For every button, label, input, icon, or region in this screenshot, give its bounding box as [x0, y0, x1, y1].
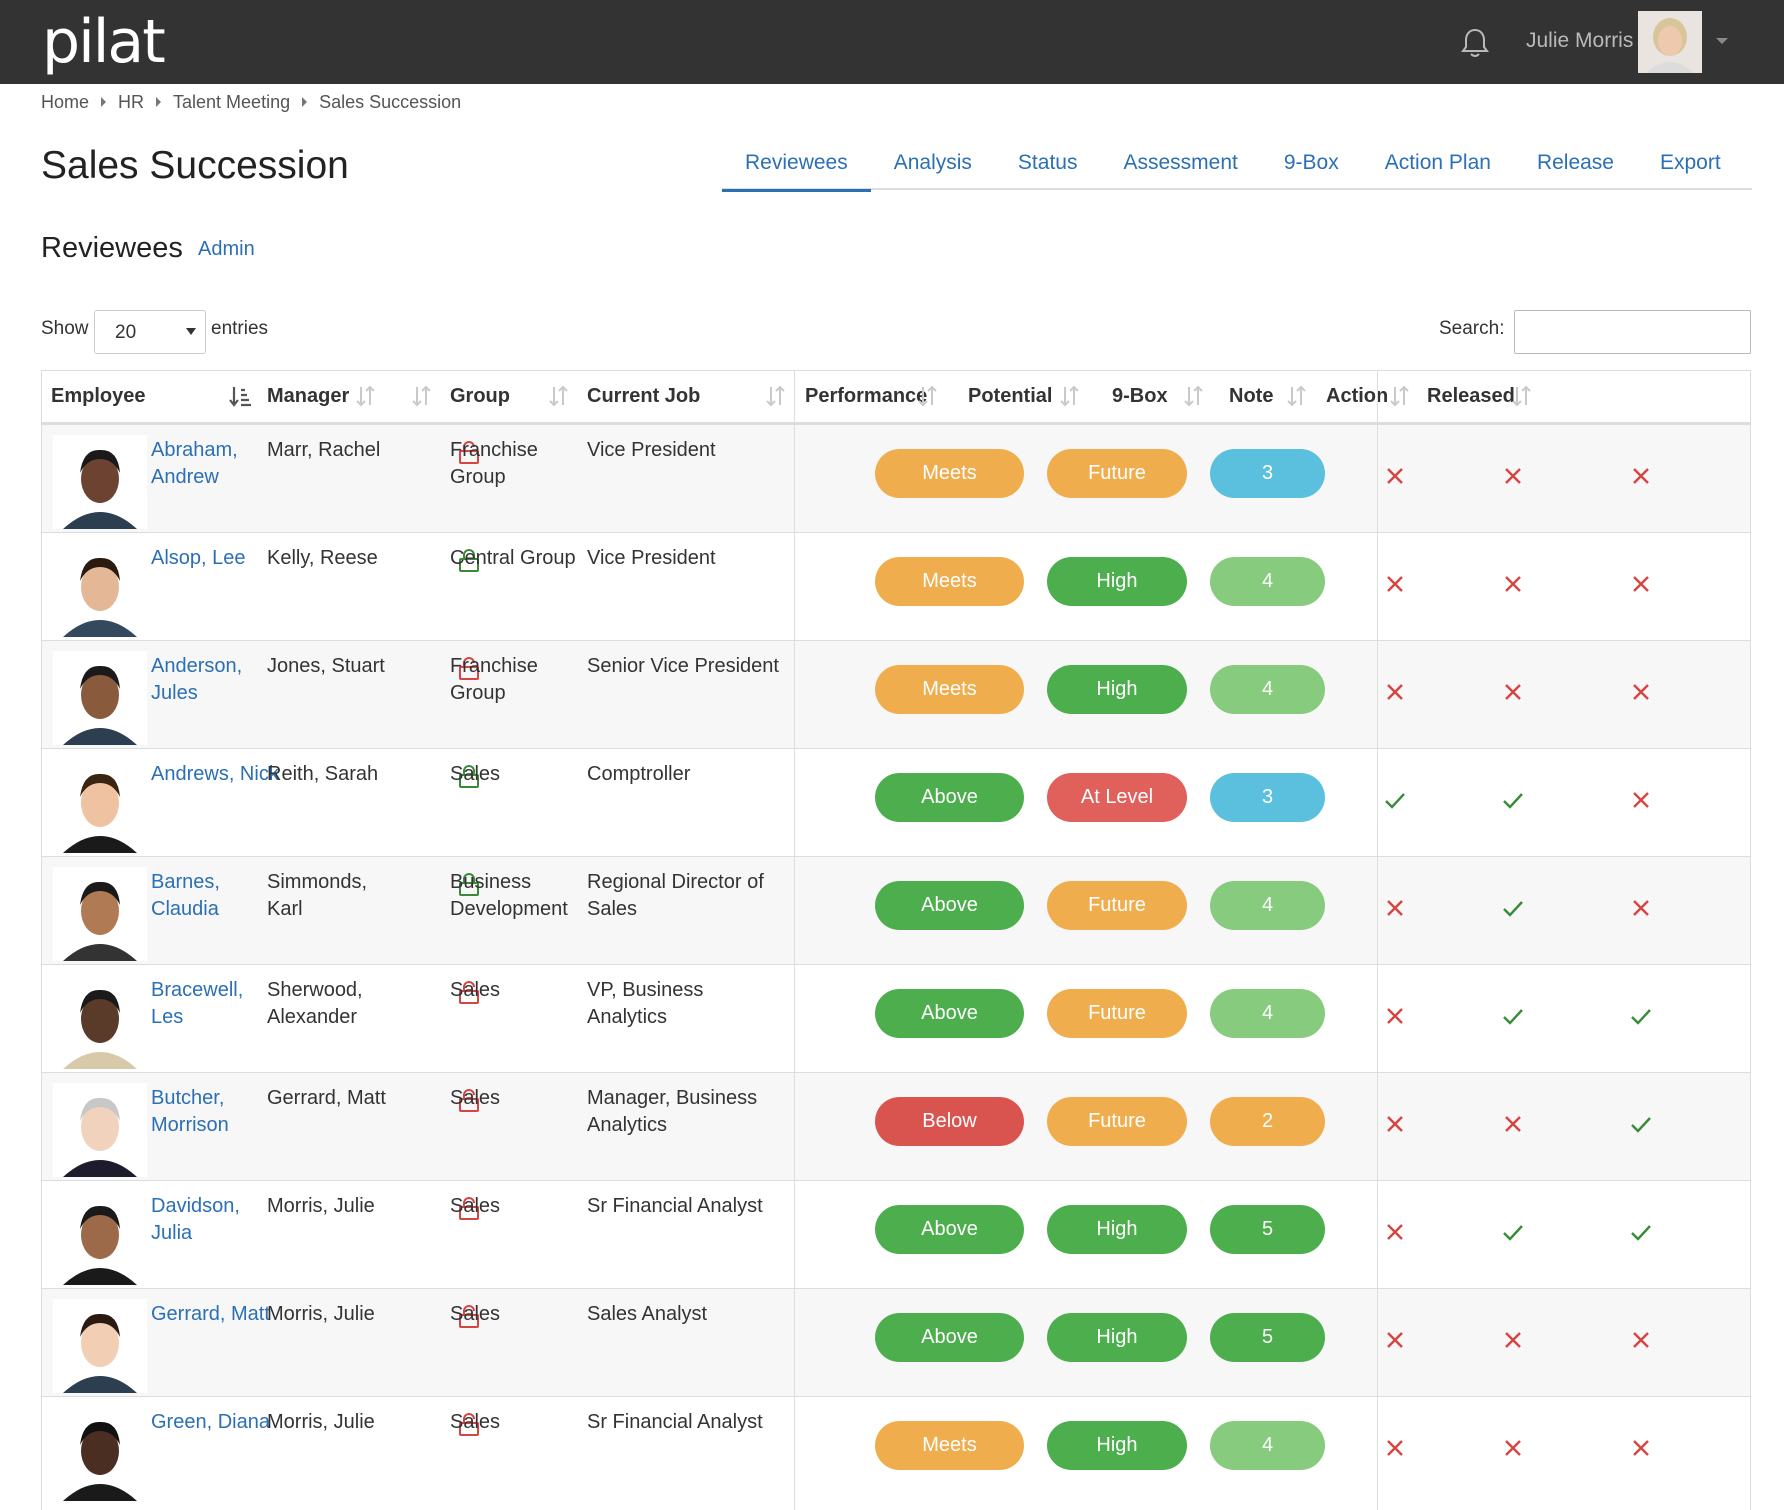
user-avatar[interactable]	[1638, 11, 1702, 73]
dropdown-arrow-icon	[186, 328, 196, 335]
section-title: Reviewees	[41, 232, 183, 264]
breadcrumb-talent-meeting[interactable]: Talent Meeting	[173, 92, 290, 113]
tab-analysis[interactable]: Analysis	[871, 142, 995, 190]
breadcrumb-separator-icon	[101, 97, 107, 107]
tab-release[interactable]: Release	[1514, 142, 1637, 190]
breadcrumb-separator-icon	[302, 97, 308, 107]
tab-status[interactable]: Status	[995, 142, 1101, 190]
admin-link[interactable]: Admin	[198, 238, 255, 261]
breadcrumb: Home HR Talent Meeting Sales Succession	[41, 90, 461, 114]
tab-export[interactable]: Export	[1637, 142, 1744, 190]
entries-per-page-select[interactable]: 20	[94, 310, 206, 354]
tab-9-box[interactable]: 9-Box	[1261, 142, 1362, 190]
breadcrumb-separator-icon	[156, 97, 162, 107]
notification-bell-icon[interactable]	[1458, 26, 1492, 60]
column-divider	[1377, 370, 1378, 1510]
search-label: Search:	[1439, 318, 1505, 339]
section-tabs: Reviewees Analysis Status Assessment 9-B…	[722, 142, 1752, 192]
page-title: Sales Succession	[41, 144, 349, 187]
tab-reviewees[interactable]: Reviewees	[722, 142, 871, 192]
column-divider	[794, 370, 795, 1510]
table-border	[41, 370, 1751, 1510]
user-name[interactable]: Julie Morris	[1526, 29, 1633, 53]
pilat-logo[interactable]: pilat	[42, 4, 166, 80]
user-menu-caret-icon[interactable]	[1716, 38, 1728, 44]
top-navbar: pilat Julie Morris	[0, 0, 1784, 84]
search-input[interactable]	[1514, 310, 1751, 354]
show-label: Show	[41, 318, 89, 339]
breadcrumb-current: Sales Succession	[319, 91, 462, 112]
reviewees-table: Abraham, Andrew Marr, Rachel Franchise G…	[41, 370, 1751, 1510]
tab-action-plan[interactable]: Action Plan	[1362, 142, 1514, 190]
entries-label: entries	[211, 318, 269, 339]
entries-select-value: 20	[115, 322, 137, 343]
tab-assessment[interactable]: Assessment	[1100, 142, 1260, 190]
breadcrumb-hr[interactable]: HR	[118, 92, 144, 113]
breadcrumb-home[interactable]: Home	[41, 92, 89, 113]
